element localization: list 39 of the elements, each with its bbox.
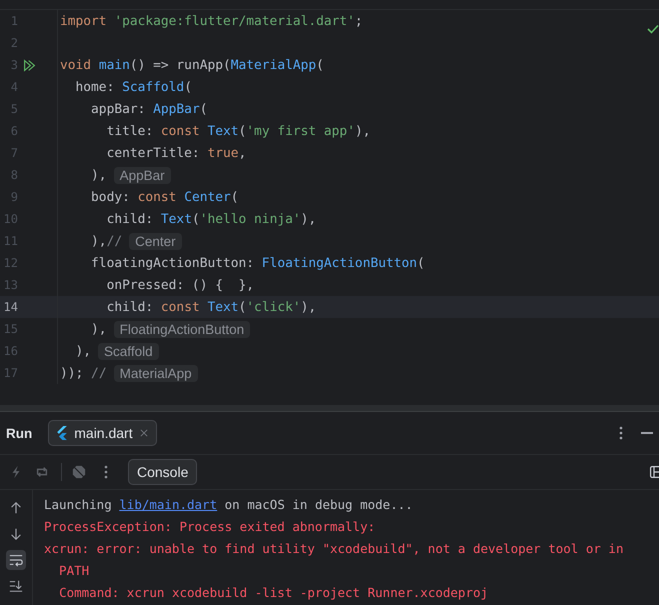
inlay-hint: Center [129, 232, 182, 250]
code-line: centerTitle: true, [106, 146, 246, 160]
stop-icon [72, 465, 86, 479]
code-line: ), [74, 344, 92, 358]
console-line: Launching lib/main.dart on macOS in debug mode... [44, 496, 414, 514]
console-tab[interactable]: Console [128, 459, 198, 485]
console-line: Command: xcrun xcodebuild -list -project Runner.xcodeproj [58, 584, 490, 602]
file-link[interactable]: lib/main.dart [119, 497, 218, 512]
flutter-logo-icon [56, 426, 68, 440]
code-line: appBar: AppBar( [90, 102, 208, 116]
more-options-icon [619, 426, 623, 440]
close-icon [138, 428, 149, 438]
code-line: ), [90, 322, 107, 336]
code-line: home: Scaffold( [74, 80, 192, 94]
code-line: child: Text('hello ninja'), [106, 212, 316, 226]
soft-wrap-icon[interactable] [6, 550, 26, 570]
code-line: void main() => runApp(MaterialApp( [60, 58, 324, 72]
code-line: body: const Center( [90, 190, 239, 204]
more-options-icon [104, 465, 108, 479]
code-line: ), [90, 168, 107, 182]
console-line: xcrun: error: unable to find utility "xcodebuild", not a developer tool or in PATH [44, 540, 624, 580]
code-line: ),// [90, 234, 122, 248]
console-line: ProcessException: Process exited abnormally: [44, 518, 376, 536]
run-tab[interactable]: main.dart [48, 420, 157, 446]
layout-icon [650, 466, 659, 478]
code-line: )); // [60, 366, 107, 380]
inlay-hint: Scaffold [98, 342, 159, 360]
inlay-hint: MaterialApp [114, 364, 198, 382]
panel-title: Run [6, 426, 32, 440]
inlay-hint: FloatingActionButton [114, 320, 250, 338]
code-line: floatingActionButton: FloatingActionButton( [90, 256, 425, 270]
rerun-icon [35, 465, 49, 479]
code-line: import 'package:flutter/material.dart'; [60, 14, 363, 28]
code-line: onPressed: () { }, [106, 278, 254, 292]
code-line: title: const Text('my first app'), [106, 124, 370, 138]
code-line: child: const Text('click'), [106, 300, 316, 314]
line-number: 14 [2, 300, 18, 314]
checkmark-icon [647, 24, 659, 34]
inlay-hint: AppBar [114, 166, 171, 184]
